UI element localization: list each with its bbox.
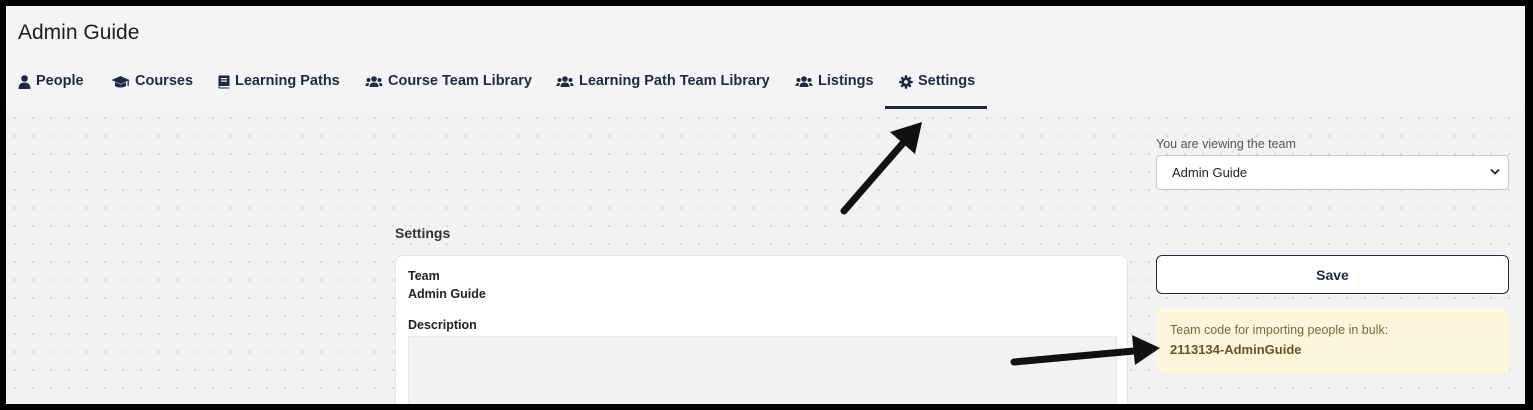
arrow-to-team-code bbox=[1010, 335, 1160, 366]
app-frame: Admin Guide People Courses Learning Path… bbox=[6, 6, 1525, 404]
arrow-to-settings-tab bbox=[840, 122, 922, 215]
annotation-arrows bbox=[840, 122, 1160, 366]
